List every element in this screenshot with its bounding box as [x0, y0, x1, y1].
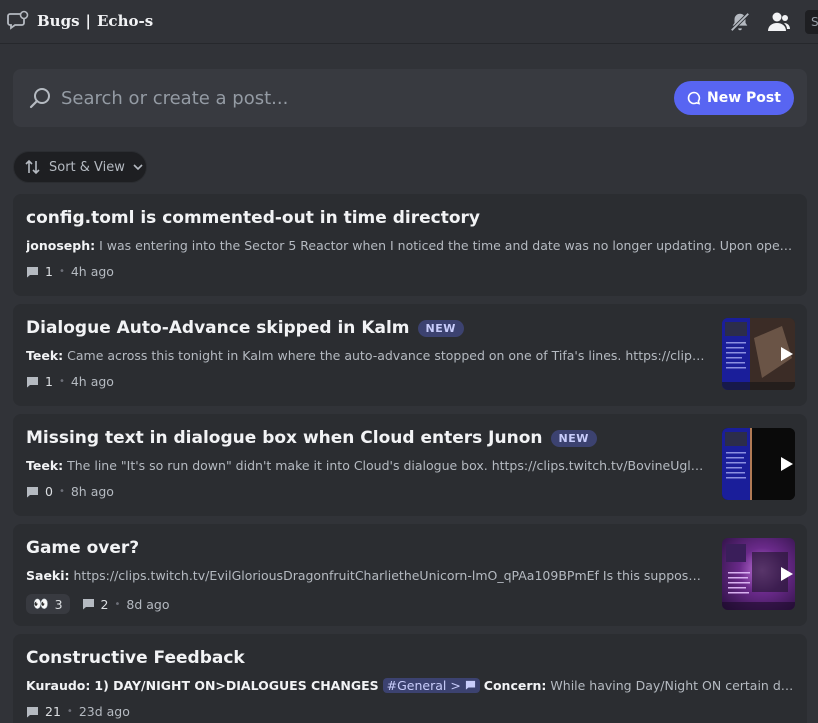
post-time: 23d ago	[78, 704, 130, 719]
post-meta: 0 • 8h ago	[26, 484, 114, 499]
channel-mention-text: #General	[386, 678, 447, 693]
post-card[interactable]: Missing text in dialogue box when Cloud …	[13, 414, 807, 516]
post-preview: Saeki: https://clips.twitch.tv/EvilGlori…	[26, 568, 706, 583]
post-card[interactable]: config.toml is commented-out in time dir…	[13, 194, 807, 296]
chevron-right-icon: >	[450, 678, 461, 693]
message-count-icon	[27, 486, 38, 497]
concern-label: Concern:	[483, 678, 547, 693]
post-preview: Kuraudo: 1) DAY/NIGHT ON>DIALOGUES CHANG…	[26, 678, 796, 693]
post-meta: 1 • 4h ago	[26, 264, 114, 279]
forum-name: Bugs	[37, 12, 80, 30]
post-thumbnail[interactable]	[722, 318, 795, 390]
message-count: 21	[45, 704, 61, 719]
post-preview-text: https://clips.twitch.tv/EvilGloriousDrag…	[73, 568, 707, 583]
reaction-pill[interactable]: 👀 3	[26, 594, 70, 614]
post-preview: Teek: Came across this tonight in Kalm w…	[26, 348, 706, 363]
header-search-input[interactable]: S	[805, 10, 818, 34]
post-time: 8h ago	[70, 484, 114, 499]
new-post-button[interactable]: New Post	[674, 81, 794, 115]
post-time: 4h ago	[70, 264, 114, 279]
post-thumbnail[interactable]	[722, 538, 795, 610]
play-icon	[781, 347, 793, 361]
message-count: 1	[45, 264, 53, 279]
post-title-text: config.toml is commented-out in time dir…	[26, 208, 480, 228]
post-meta: 21 • 23d ago	[26, 704, 130, 719]
post-title: config.toml is commented-out in time dir…	[26, 208, 480, 228]
post-author: jonoseph:	[26, 238, 96, 253]
post-author: Teek:	[26, 348, 64, 363]
message-count: 0	[45, 484, 53, 499]
message-count-icon	[27, 266, 38, 277]
post-preview: jonoseph: I was entering into the Sector…	[26, 238, 796, 253]
post-author: Teek:	[26, 458, 64, 473]
new-badge: NEW	[550, 429, 597, 447]
message-count-icon	[82, 599, 94, 610]
eyes-emoji-icon: 👀	[33, 596, 49, 611]
message-count: 2	[100, 596, 109, 612]
post-meta: 1 • 4h ago	[26, 374, 114, 389]
post-card[interactable]: Constructive Feedback Kuraudo: 1) DAY/NI…	[13, 634, 807, 723]
channel-header: Bugs | Echo-s S	[0, 0, 818, 44]
post-author: Kuraudo:	[26, 678, 91, 693]
search-input[interactable]	[61, 79, 661, 117]
play-icon	[781, 567, 793, 581]
post-card[interactable]: Dialogue Auto-Advance skipped in Kalm NE…	[13, 304, 807, 406]
channel-mention[interactable]: #General >	[382, 678, 480, 693]
new-post-label: New Post	[707, 90, 781, 106]
meta-dot: •	[58, 376, 65, 387]
forum-icon	[7, 10, 29, 30]
sort-view-label: Sort & View	[49, 159, 125, 175]
post-search-bar: New Post	[13, 69, 807, 127]
post-author: Saeki:	[26, 568, 70, 583]
post-title-text: Constructive Feedback	[26, 648, 245, 668]
post-thumbnail[interactable]	[722, 428, 795, 500]
post-title: Constructive Feedback	[26, 648, 245, 668]
message-count-icon	[27, 376, 38, 387]
reaction-count: 3	[54, 596, 63, 612]
channel-title: Bugs | Echo-s	[37, 12, 153, 30]
post-preview-text: While having Day/Night ON certain dialog…	[550, 678, 796, 693]
post-title: Dialogue Auto-Advance skipped in Kalm NE…	[26, 318, 464, 338]
post-time: 4h ago	[70, 374, 114, 389]
title-separator: |	[85, 12, 91, 30]
members-icon[interactable]	[767, 11, 791, 33]
meta-dot: •	[114, 598, 121, 610]
chevron-down-icon	[133, 164, 143, 171]
post-meta: 👀 3 2 • 8d ago	[26, 594, 170, 614]
post-title-text: Game over?	[26, 538, 140, 558]
chat-bubble-icon	[687, 91, 701, 105]
post-preview-text: The line "It's so run down" didn't make …	[67, 458, 706, 473]
message-count-icon	[27, 706, 38, 717]
message-count: 1	[45, 374, 53, 389]
post-preview-text: I was entering into the Sector 5 Reactor…	[99, 238, 796, 253]
post-preview-text: Came across this tonight in Kalm where t…	[67, 348, 706, 363]
post-title: Missing text in dialogue box when Cloud …	[26, 428, 597, 448]
post-title: Game over?	[26, 538, 139, 558]
post-title-text: Dialogue Auto-Advance skipped in Kalm	[26, 318, 410, 338]
post-preview-heading: 1) DAY/NIGHT ON>DIALOGUES CHANGES	[94, 678, 379, 693]
thread-icon	[465, 680, 475, 690]
post-preview: Teek: The line "It's so run down" didn't…	[26, 458, 706, 473]
channel-name: Echo-s	[97, 12, 154, 30]
play-icon	[781, 457, 793, 471]
mute-notifications-icon[interactable]	[729, 11, 751, 33]
sort-arrows-icon	[25, 159, 40, 175]
post-title-text: Missing text in dialogue box when Cloud …	[26, 428, 543, 448]
meta-dot: •	[58, 266, 65, 277]
meta-dot: •	[66, 706, 73, 717]
post-card[interactable]: Game over? Saeki: https://clips.twitch.t…	[13, 524, 807, 626]
sort-view-button[interactable]: Sort & View	[13, 151, 147, 183]
meta-dot: •	[58, 486, 65, 497]
post-time: 8d ago	[126, 596, 170, 612]
new-badge: NEW	[417, 319, 464, 337]
search-icon	[29, 88, 50, 109]
